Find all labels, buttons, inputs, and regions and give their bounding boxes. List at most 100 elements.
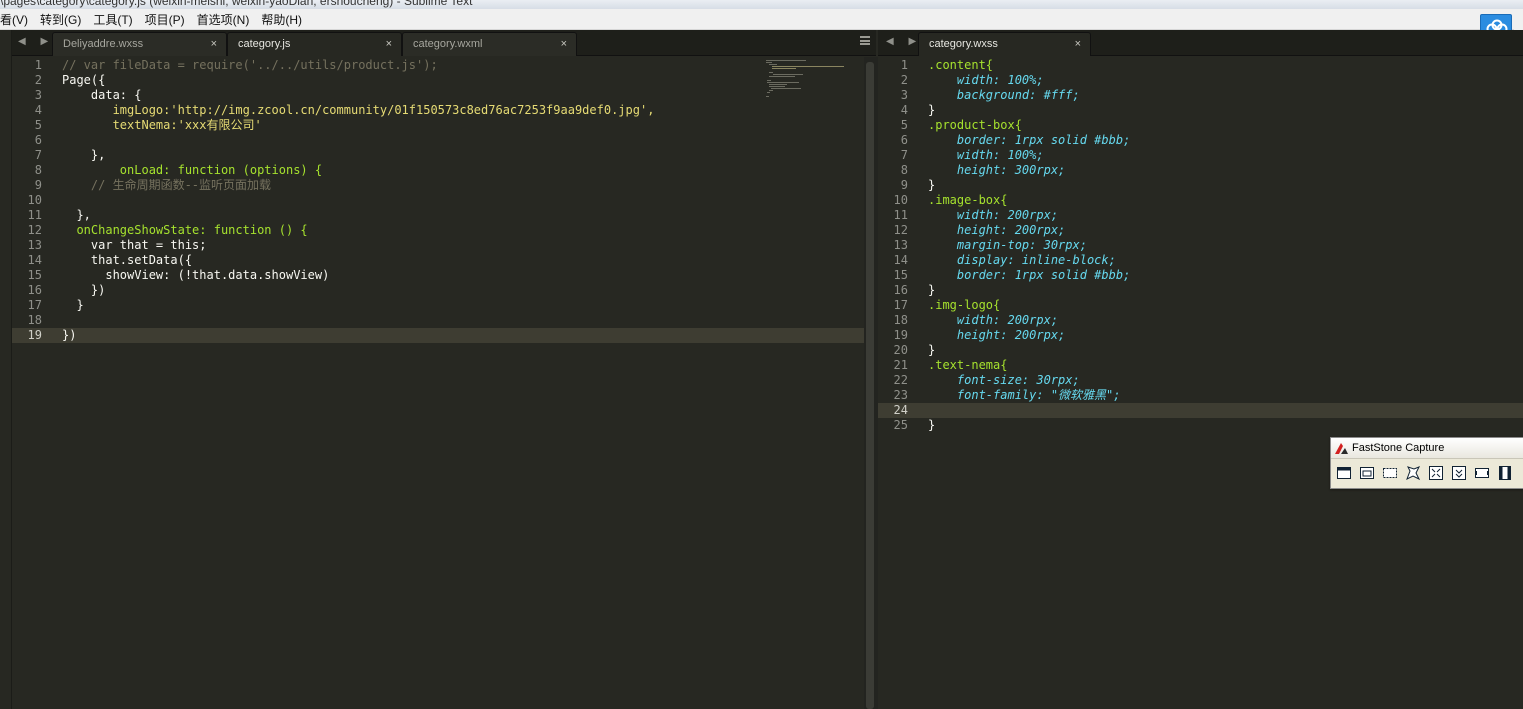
line-number: 21 xyxy=(893,358,908,372)
code-text: border: 1rpx solid #bbb; xyxy=(928,133,1131,147)
tab-label: category.wxss xyxy=(929,38,998,50)
tab-deliyaddre-wxss[interactable]: Deliyaddre.wxss × xyxy=(52,32,227,56)
code-line: 15 showView: (!that.data.showView) xyxy=(12,268,864,283)
code-text: var that = this; xyxy=(62,238,207,252)
code-text: height: 200rpx; xyxy=(928,223,1066,237)
code-text: font-size: 30rpx; xyxy=(928,373,1080,387)
line-number: 8 xyxy=(34,163,42,177)
tab-category-wxml[interactable]: category.wxml × xyxy=(402,32,577,56)
code-line: 16 }) xyxy=(12,283,864,298)
line-number: 13 xyxy=(893,238,908,252)
code-text: width: 100%; xyxy=(928,148,1044,162)
line-number: 10 xyxy=(27,193,42,207)
line-number: 20 xyxy=(893,343,908,357)
capture-fixed-region-icon[interactable] xyxy=(1474,465,1490,481)
code-line: 11 width: 200rpx; xyxy=(878,208,1523,223)
code-text: // var fileData = require('../../utils/p… xyxy=(62,58,438,72)
line-number: 2 xyxy=(900,73,908,87)
window-title-bar: \pages\category\category.js (weixin-meis… xyxy=(0,0,1523,9)
code-line: 25} xyxy=(878,418,1523,433)
minimap[interactable] xyxy=(766,60,846,100)
code-line: 19 height: 200rpx; xyxy=(878,328,1523,343)
close-icon[interactable]: × xyxy=(1075,33,1081,55)
tab-category-wxss[interactable]: category.wxss × xyxy=(918,32,1091,56)
code-text: .product-box{ xyxy=(928,118,1022,132)
code-text: } xyxy=(928,178,936,192)
menu-preferences[interactable]: 首选项(N) xyxy=(191,11,256,28)
current-code-line: 19}) xyxy=(12,328,864,343)
code-line: 14 display: inline-block; xyxy=(878,253,1523,268)
tab-category-js[interactable]: category.js × xyxy=(227,32,402,56)
line-number: 1 xyxy=(34,58,42,72)
code-text: data: { xyxy=(62,88,142,102)
line-number: 17 xyxy=(893,298,908,312)
faststone-title-bar[interactable]: FastStone Capture xyxy=(1331,438,1523,459)
code-text: showView: (!that.data.showView) xyxy=(62,268,330,282)
code-line: 6 xyxy=(12,133,864,148)
faststone-capture-toolbar[interactable]: FastStone Capture xyxy=(1330,437,1523,489)
tab-label: Deliyaddre.wxss xyxy=(63,38,144,50)
menu-project[interactable]: 项目(P) xyxy=(139,11,191,28)
code-line: 9} xyxy=(878,178,1523,193)
capture-rectangular-region-icon[interactable] xyxy=(1382,465,1398,481)
code-text: } xyxy=(928,343,936,357)
code-text: } xyxy=(928,283,936,297)
code-line: 3 data: { xyxy=(12,88,864,103)
line-number: 3 xyxy=(900,88,908,102)
code-text: width: 100%; xyxy=(928,73,1044,87)
code-line: 17 .img-logo{ xyxy=(878,298,1523,313)
line-number: 4 xyxy=(34,103,42,117)
capture-active-window-icon[interactable] xyxy=(1336,465,1352,481)
code-text: } xyxy=(928,418,936,432)
code-line: 4} xyxy=(878,103,1523,118)
line-number: 11 xyxy=(27,208,42,222)
code-text: width: 200rpx; xyxy=(928,208,1059,222)
code-text: }) xyxy=(62,328,77,342)
code-text: .image-box{ xyxy=(928,193,1008,207)
editor-pane-right[interactable]: 1 .content{ 2 width: 100%; 3 background: … xyxy=(878,57,1523,709)
line-number: 9 xyxy=(900,178,908,192)
close-icon[interactable]: × xyxy=(386,33,392,55)
sidebar-edge xyxy=(0,30,12,709)
capture-window-object-icon[interactable] xyxy=(1359,465,1375,481)
screen-recorder-icon[interactable] xyxy=(1497,465,1513,481)
line-number: 7 xyxy=(34,148,42,162)
code-line: 17 } xyxy=(12,298,864,313)
line-number: 17 xyxy=(27,298,42,312)
line-number: 19 xyxy=(27,328,42,342)
line-number: 15 xyxy=(27,268,42,282)
faststone-tools xyxy=(1331,459,1523,481)
menu-goto[interactable]: 转到(G) xyxy=(34,11,87,28)
code-line: 12 onChangeShowState: function () { xyxy=(12,223,864,238)
line-number: 18 xyxy=(893,313,908,327)
line-number: 11 xyxy=(893,208,908,222)
tab-nav-arrows[interactable]: ◀ ▶ xyxy=(886,36,922,47)
scrollbar-thumb[interactable] xyxy=(866,62,874,709)
menu-help[interactable]: 帮助(H) xyxy=(255,11,308,28)
line-number: 1 xyxy=(900,58,908,72)
code-line: 13 margin-top: 30rpx; xyxy=(878,238,1523,253)
right-tab-strip: ◀ ▶ category.wxss × xyxy=(878,30,1523,56)
tab-list-menu-icon[interactable] xyxy=(860,36,870,45)
current-code-line: 24 xyxy=(878,403,1523,418)
capture-full-screen-icon[interactable] xyxy=(1428,465,1444,481)
code-line: 12 height: 200rpx; xyxy=(878,223,1523,238)
code-view: 1 .content{ 2 width: 100%; 3 background: … xyxy=(878,58,1523,433)
code-line: 5 textNema:'xxx有限公司' xyxy=(12,118,864,133)
capture-freehand-region-icon[interactable] xyxy=(1405,465,1421,481)
code-text: background: #fff; xyxy=(928,88,1080,102)
close-icon[interactable]: × xyxy=(561,33,567,55)
code-text: // 生命周期函数--监听页面加载 xyxy=(62,178,272,192)
line-number: 13 xyxy=(27,238,42,252)
tab-nav-arrows[interactable]: ◀ ▶ xyxy=(18,36,54,47)
code-line: 11 }, xyxy=(12,208,864,223)
code-text: height: 300rpx; xyxy=(928,163,1066,177)
menu-tools[interactable]: 工具(T) xyxy=(87,11,138,28)
capture-scrolling-window-icon[interactable] xyxy=(1451,465,1467,481)
code-line: 15 border: 1rpx solid #bbb; xyxy=(878,268,1523,283)
editor-pane-left[interactable]: 1 // var fileData = require('../../utils/… xyxy=(12,57,864,709)
line-number: 2 xyxy=(34,73,42,87)
menu-view[interactable]: 看(V) xyxy=(0,11,34,28)
code-text: Page({ xyxy=(62,73,106,87)
close-icon[interactable]: × xyxy=(211,33,217,55)
